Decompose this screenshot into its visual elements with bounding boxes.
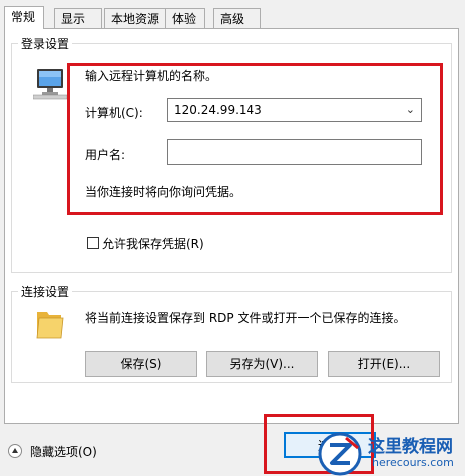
username-input[interactable]: [167, 139, 422, 165]
tab-advanced[interactable]: 高级: [213, 8, 261, 28]
watermark-title: 这里教程网: [368, 437, 453, 457]
collapse-arrow-icon[interactable]: [8, 444, 22, 458]
save-as-button[interactable]: 另存为(V)...: [206, 351, 318, 377]
general-tab-panel: 登录设置 输入远程计算机的名称。 计算机(C): 120.24.99.143 ⌄…: [4, 28, 459, 424]
connection-settings-legend: 连接设置: [21, 285, 70, 299]
computer-label: 计算机(C):: [85, 106, 143, 120]
z-logo-icon: [318, 432, 362, 476]
watermark-url: herecours.com: [372, 456, 454, 469]
save-button[interactable]: 保存(S): [85, 351, 197, 377]
tab-display[interactable]: 显示: [54, 8, 102, 28]
save-credentials-checkbox[interactable]: [87, 237, 99, 249]
login-instruction: 输入远程计算机的名称。: [85, 69, 218, 83]
username-label: 用户名:: [85, 148, 126, 162]
folder-icon: [36, 312, 64, 339]
open-button[interactable]: 打开(E)...: [328, 351, 440, 377]
chevron-down-icon: ⌄: [405, 103, 415, 116]
save-credentials-label[interactable]: 允许我保存凭据(R): [102, 235, 204, 252]
connection-description: 将当前连接设置保存到 RDP 文件或打开一个已保存的连接。: [85, 311, 406, 325]
computer-monitor-icon: [33, 69, 68, 100]
hide-options-link[interactable]: 隐藏选项(O): [30, 443, 97, 460]
tab-experience[interactable]: 体验: [165, 8, 205, 28]
computer-value: 120.24.99.143: [174, 103, 262, 117]
watermark: 这里教程网 herecours.com: [318, 430, 465, 476]
login-settings-legend: 登录设置: [21, 37, 70, 51]
tab-local-resources[interactable]: 本地资源: [104, 8, 166, 28]
tab-general[interactable]: 常规: [4, 6, 44, 29]
computer-combobox[interactable]: 120.24.99.143 ⌄: [167, 98, 422, 122]
credentials-prompt-note: 当你连接时将向你询问凭据。: [85, 185, 242, 199]
